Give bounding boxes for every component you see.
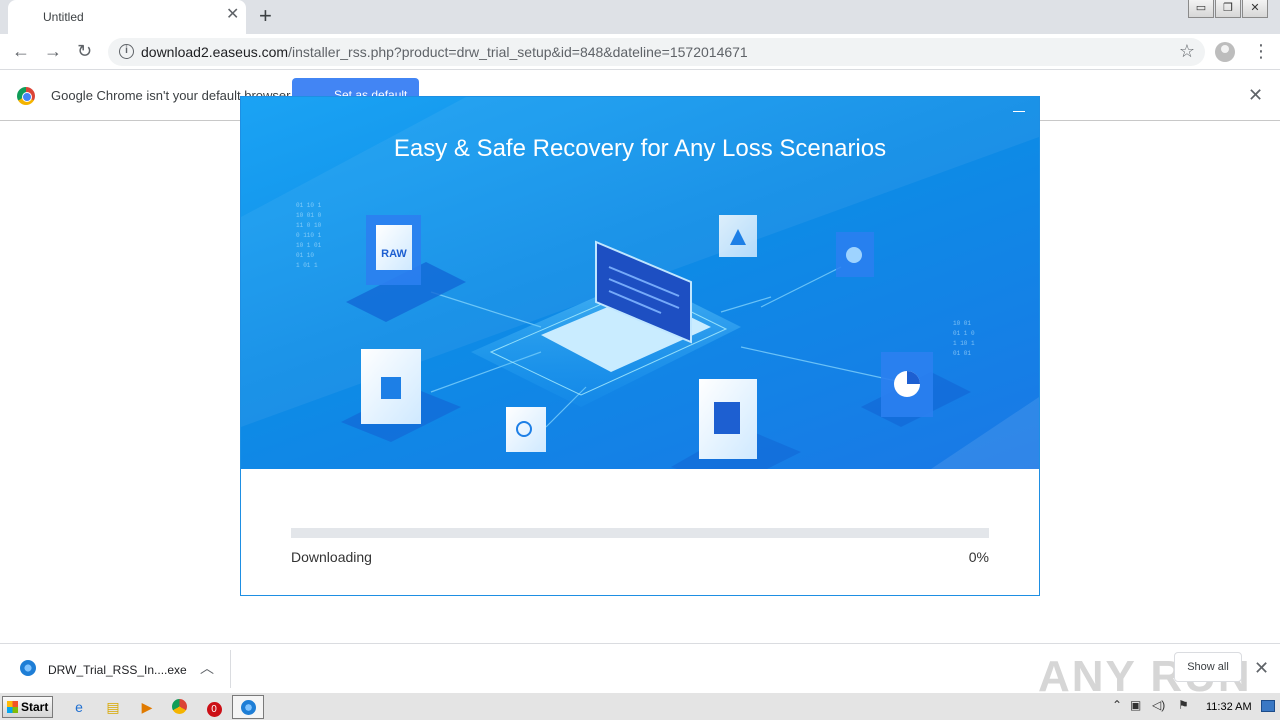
installer-taskbar-button[interactable] (232, 695, 264, 719)
svg-text:01 1 0: 01 1 0 (953, 330, 975, 337)
back-arrow-icon[interactable]: ← (12, 41, 30, 61)
url-text[interactable]: download2.easeus.com/installer_rss.php?p… (141, 44, 748, 60)
download-progress-bar (291, 528, 989, 538)
download-file-name[interactable]: DRW_Trial_RSS_In....exe (48, 663, 187, 677)
url-host: download2.easeus.com (141, 44, 289, 60)
close-window-button[interactable]: ✕ (1242, 0, 1268, 18)
window-controls: ▭ ❐ ✕ (1187, 0, 1268, 18)
installer-window: RAW 01 10 1 10 01 0 11 0 10 0 110 1 10 1… (240, 96, 1040, 596)
download-shelf: DRW_Trial_RSS_In....exe ︿ ANY RUN Show a… (0, 643, 1280, 701)
svg-text:01 10: 01 10 (296, 252, 314, 259)
network-icon[interactable]: ▣ (1130, 698, 1141, 712)
deleted-file-icon (714, 402, 740, 434)
svg-text:10 01: 10 01 (953, 320, 971, 327)
volume-icon[interactable]: ◁) (1152, 698, 1165, 712)
restore-window-button[interactable]: ❐ (1215, 0, 1241, 18)
download-shelf-close-icon[interactable]: ✕ (1254, 658, 1269, 678)
show-all-button[interactable]: Show all (1174, 652, 1242, 682)
tray-expand-icon[interactable]: ⌃ (1112, 698, 1122, 712)
svg-text:10 1 01: 10 1 01 (296, 242, 322, 249)
url-path: /installer_rss.php?product=drw_trial_set… (288, 44, 748, 60)
menu-icon[interactable]: ⋮ (1252, 41, 1270, 61)
light-corner (931, 397, 1039, 469)
installer-minimize-button[interactable] (1013, 111, 1025, 112)
profile-icon[interactable] (1215, 42, 1235, 62)
file-explorer-icon[interactable]: ▤ (102, 697, 124, 717)
svg-text:01 10 1: 01 10 1 (296, 202, 322, 209)
browser-toolbar: ← → ↻ i download2.easeus.com/installer_r… (0, 34, 1280, 70)
taskbar-clock[interactable]: 11:32 AM (1206, 701, 1252, 713)
media-player-icon[interactable]: ▶ (136, 697, 158, 717)
star-icon[interactable]: ☆ (1179, 41, 1195, 62)
action-center-flag-icon[interactable]: ⚑ (1178, 698, 1189, 712)
address-bar[interactable]: i download2.easeus.com/installer_rss.php… (108, 38, 1205, 66)
download-status: Downloading (291, 549, 372, 565)
binary-decoration-right: 10 01 01 1 0 1 10 1 01 01 (953, 320, 975, 357)
tab-close-icon[interactable]: ✕ (226, 7, 239, 23)
download-divider (230, 650, 231, 688)
system-tray: ⌃ ▣ ◁) ⚑ 11:32 AM (1106, 696, 1278, 718)
chevron-up-icon[interactable]: ︿ (200, 658, 214, 678)
show-desktop-button[interactable] (1261, 700, 1275, 712)
new-tab-button[interactable]: + (259, 4, 272, 28)
tab-untitled[interactable]: Untitled ✕ (8, 0, 246, 34)
raw-file-label: RAW (381, 248, 407, 260)
installer-file-icon (20, 660, 36, 676)
svg-text:1 10 1: 1 10 1 (953, 340, 975, 347)
svg-text:1 01 1: 1 01 1 (296, 262, 318, 269)
forward-arrow-icon[interactable]: → (44, 41, 62, 61)
reload-icon[interactable]: ↻ (77, 41, 92, 61)
start-button[interactable]: Start (2, 696, 53, 718)
recycle-bin-icon (381, 377, 401, 399)
svg-text:0 110 1: 0 110 1 (296, 232, 322, 239)
start-label: Start (21, 700, 49, 714)
svg-text:11 0 10: 11 0 10 (296, 222, 322, 229)
chrome-logo-icon (17, 87, 35, 105)
internet-explorer-icon[interactable]: e (68, 697, 90, 717)
installer-hero-banner: RAW 01 10 1 10 01 0 11 0 10 0 110 1 10 1… (241, 97, 1039, 469)
info-icon[interactable]: i (119, 44, 134, 59)
infobar-close-icon[interactable]: ✕ (1248, 85, 1263, 105)
windows-taskbar: Start e ▤ ▶ 0 ⌃ ▣ ◁) ⚑ 11:32 AM (0, 692, 1280, 720)
disk-icon (846, 247, 862, 263)
installer-taskbar-icon (241, 700, 256, 715)
tab-title: Untitled (43, 10, 84, 24)
search-file-card (506, 407, 546, 452)
tab-strip: Untitled ✕ + ▭ ❐ ✕ (0, 0, 1280, 34)
windows-logo-icon (7, 701, 18, 713)
minimize-window-button[interactable]: ▭ (1188, 0, 1214, 18)
installer-title: Easy & Safe Recovery for Any Loss Scenar… (393, 135, 887, 162)
svg-text:01 01: 01 01 (953, 350, 971, 357)
opera-icon[interactable]: 0 (203, 697, 225, 717)
download-percent: 0% (968, 549, 989, 565)
chrome-taskbar-icon[interactable] (168, 697, 190, 717)
svg-text:10 01 0: 10 01 0 (296, 212, 322, 219)
